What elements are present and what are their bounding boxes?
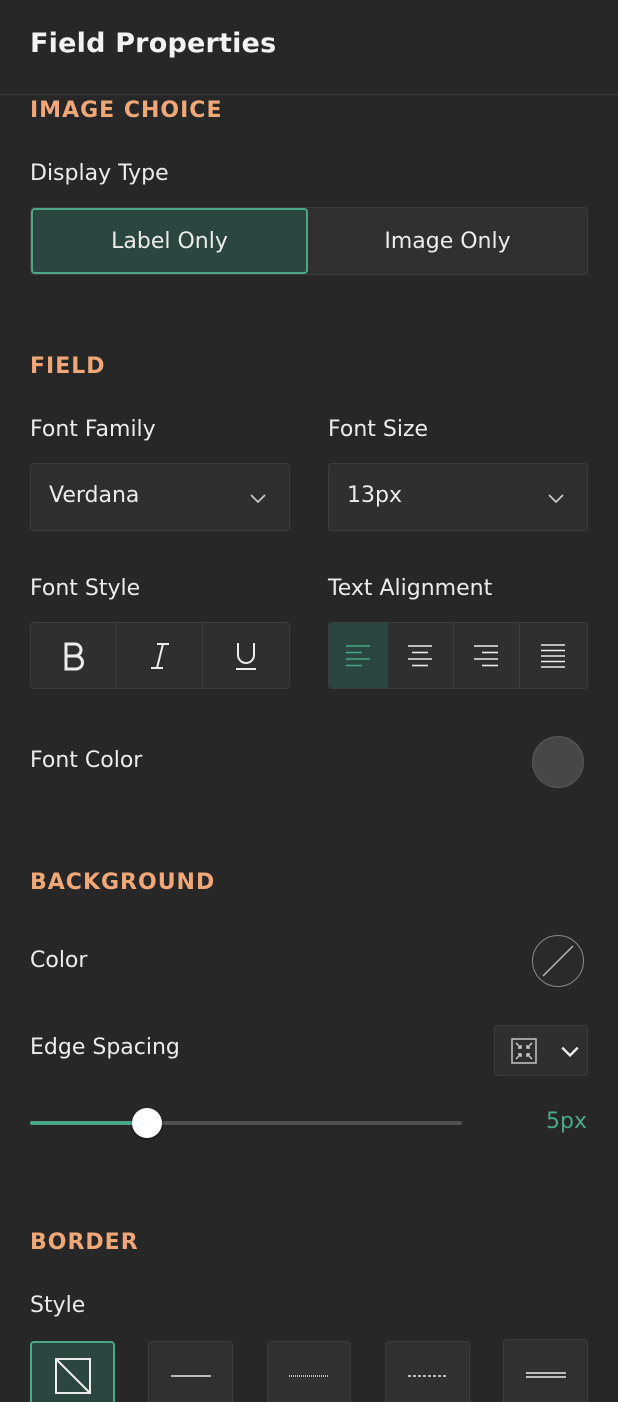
border-style-double[interactable] bbox=[503, 1339, 588, 1402]
border-style-solid[interactable] bbox=[148, 1341, 233, 1402]
text-alignment-label: Text Alignment bbox=[328, 576, 493, 601]
display-type-toggle: Label Only Image Only bbox=[30, 207, 588, 275]
edge-spacing-slider-fill bbox=[30, 1121, 147, 1125]
dashed-line-icon bbox=[407, 1375, 448, 1377]
display-type-label: Display Type bbox=[30, 161, 169, 186]
border-style-dashed[interactable] bbox=[385, 1341, 470, 1402]
font-family-select[interactable]: Verdana bbox=[30, 463, 290, 531]
edge-spacing-label: Edge Spacing bbox=[30, 1035, 180, 1060]
double-line-icon bbox=[525, 1372, 566, 1378]
align-center-icon bbox=[408, 644, 433, 666]
font-style-buttons bbox=[30, 622, 290, 689]
font-size-select[interactable]: 13px bbox=[328, 463, 588, 531]
align-justify-icon bbox=[541, 643, 566, 668]
label-only-button[interactable]: Label Only bbox=[31, 208, 308, 274]
chevron-down-icon bbox=[250, 494, 266, 504]
dotted-line-icon bbox=[289, 1375, 329, 1377]
edge-spacing-chevron bbox=[554, 1026, 587, 1075]
underline-icon bbox=[235, 642, 256, 670]
border-style-label: Style bbox=[30, 1293, 86, 1318]
align-justify-button[interactable] bbox=[520, 623, 587, 688]
underline-button[interactable] bbox=[203, 623, 289, 688]
solid-line-icon bbox=[170, 1375, 211, 1377]
panel-header: Field Properties bbox=[0, 0, 618, 95]
align-left-button[interactable] bbox=[329, 623, 388, 688]
panel-title: Field Properties bbox=[30, 28, 277, 59]
section-title-field: FIELD bbox=[30, 354, 106, 379]
chevron-down-icon bbox=[561, 1046, 580, 1057]
font-color-swatch[interactable] bbox=[532, 736, 584, 788]
edge-spacing-mode bbox=[495, 1026, 554, 1075]
font-size-label: Font Size bbox=[328, 417, 429, 442]
no-color-icon bbox=[542, 945, 574, 977]
chevron-down-icon bbox=[548, 494, 564, 504]
no-border-icon bbox=[54, 1358, 91, 1394]
italic-button[interactable] bbox=[117, 623, 203, 688]
align-left-icon bbox=[345, 644, 370, 666]
align-center-button[interactable] bbox=[388, 623, 455, 688]
edge-spacing-slider-thumb[interactable] bbox=[131, 1108, 162, 1138]
border-style-dotted[interactable] bbox=[267, 1341, 351, 1402]
font-family-label: Font Family bbox=[30, 417, 156, 442]
font-family-value: Verdana bbox=[49, 483, 140, 508]
section-title-border: BORDER bbox=[30, 1230, 139, 1255]
image-only-button[interactable]: Image Only bbox=[308, 208, 587, 274]
font-size-value: 13px bbox=[347, 483, 402, 508]
edge-spacing-value: 5px bbox=[546, 1109, 587, 1134]
italic-icon bbox=[150, 642, 169, 669]
edge-spacing-dropdown[interactable] bbox=[494, 1025, 588, 1076]
bold-icon bbox=[64, 642, 84, 670]
font-color-label: Font Color bbox=[30, 748, 143, 773]
text-alignment-buttons bbox=[328, 622, 588, 689]
bold-button[interactable] bbox=[31, 623, 118, 688]
background-color-swatch[interactable] bbox=[532, 935, 584, 987]
section-title-image-choice: IMAGE CHOICE bbox=[30, 98, 223, 123]
align-right-icon bbox=[474, 644, 499, 666]
section-title-background: BACKGROUND bbox=[30, 870, 216, 895]
background-color-label: Color bbox=[30, 948, 88, 973]
font-style-label: Font Style bbox=[30, 576, 141, 601]
compress-icon bbox=[511, 1037, 538, 1064]
border-style-none[interactable] bbox=[30, 1341, 115, 1402]
align-right-button[interactable] bbox=[454, 623, 520, 688]
